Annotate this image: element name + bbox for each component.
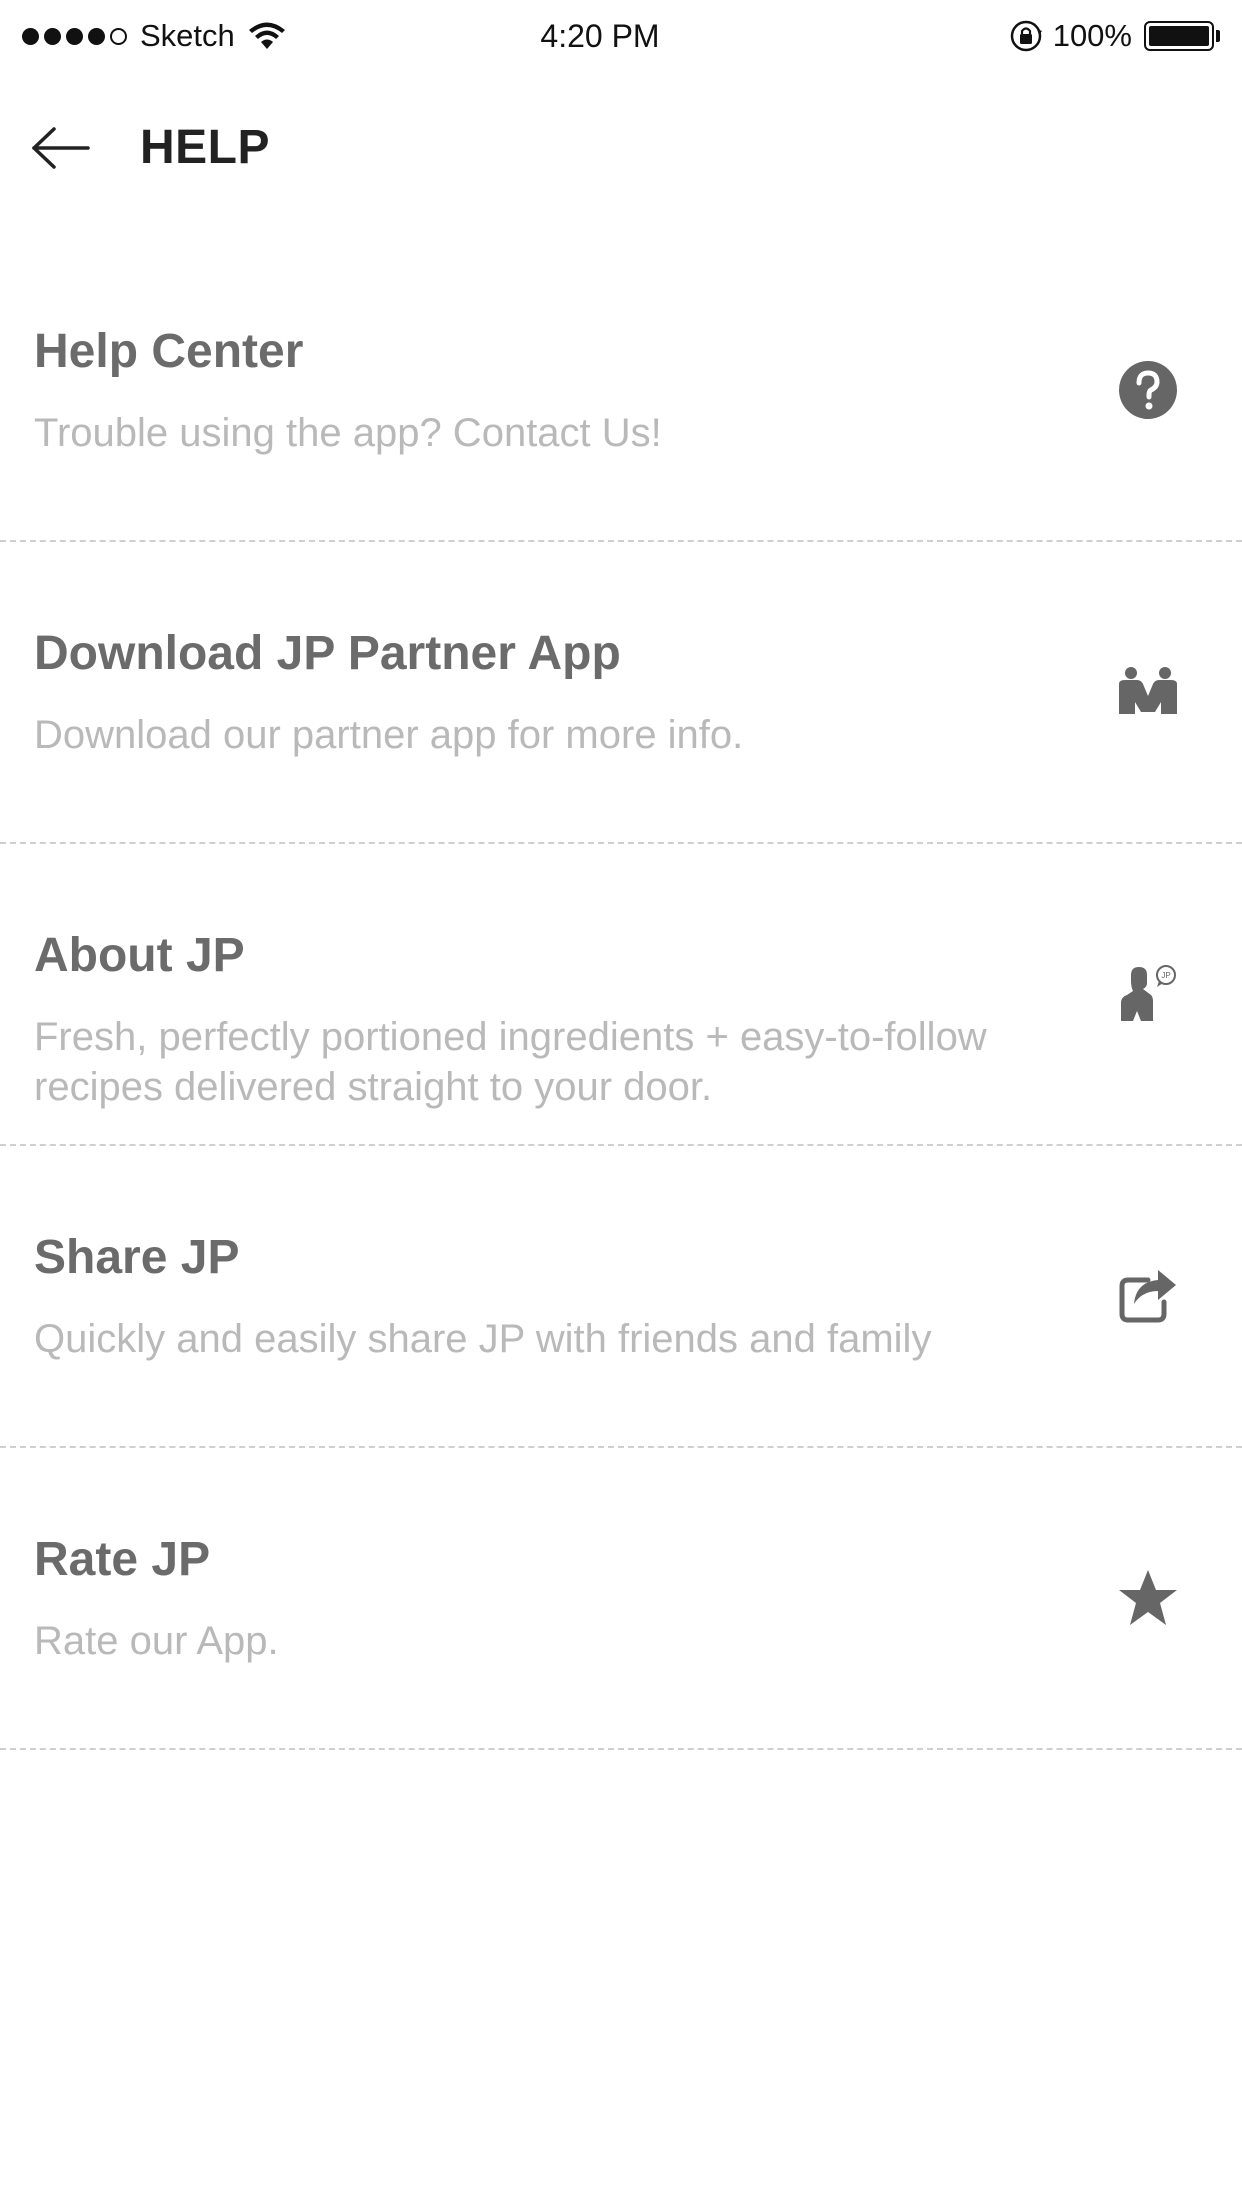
- help-list: Help Center Trouble using the app? Conta…: [0, 240, 1242, 1750]
- item-subtitle: Quickly and easily share JP with friends…: [34, 1317, 932, 1361]
- item-subtitle: Fresh, perfectly portioned ingredients +…: [34, 1015, 987, 1109]
- app-header: HELP: [0, 100, 1242, 196]
- battery-fill: [1149, 26, 1209, 46]
- help-screen: Sketch 4:20 PM 100% HELP Help Center Tro…: [0, 0, 1242, 2208]
- back-button[interactable]: [30, 118, 94, 178]
- chef-jp-icon: JP: [1116, 962, 1180, 1026]
- item-title: Share JP: [34, 1231, 240, 1284]
- about-jp-item[interactable]: About JP Fresh, perfectly portioned ingr…: [0, 844, 1242, 1146]
- item-title: About JP: [34, 929, 245, 982]
- battery-cap: [1216, 30, 1220, 42]
- item-title: Rate JP: [34, 1533, 211, 1586]
- item-subtitle: Rate our App.: [34, 1619, 279, 1663]
- star-icon: [1116, 1566, 1180, 1630]
- share-icon: [1116, 1264, 1180, 1328]
- rotation-lock-icon: [1009, 19, 1043, 53]
- question-circle-icon: [1116, 358, 1180, 422]
- share-jp-item[interactable]: Share JP Quickly and easily share JP wit…: [0, 1146, 1242, 1448]
- arrow-left-icon: [30, 126, 90, 170]
- item-title: Help Center: [34, 325, 304, 378]
- item-title: Download JP Partner App: [34, 627, 621, 680]
- battery-icon: [1144, 21, 1214, 51]
- status-right: 100%: [1009, 16, 1220, 56]
- partners-icon: [1116, 660, 1180, 724]
- rate-jp-item[interactable]: Rate JP Rate our App.: [0, 1448, 1242, 1750]
- item-subtitle: Download our partner app for more info.: [34, 713, 744, 757]
- battery-percent: 100%: [1052, 18, 1132, 53]
- page-title: HELP: [140, 121, 271, 174]
- status-bar: Sketch 4:20 PM 100%: [0, 0, 1242, 72]
- svg-text:JP: JP: [1161, 971, 1170, 980]
- item-subtitle: Trouble using the app? Contact Us!: [34, 411, 662, 455]
- help-center-item[interactable]: Help Center Trouble using the app? Conta…: [0, 240, 1242, 542]
- download-partner-app-item[interactable]: Download JP Partner App Download our par…: [0, 542, 1242, 844]
